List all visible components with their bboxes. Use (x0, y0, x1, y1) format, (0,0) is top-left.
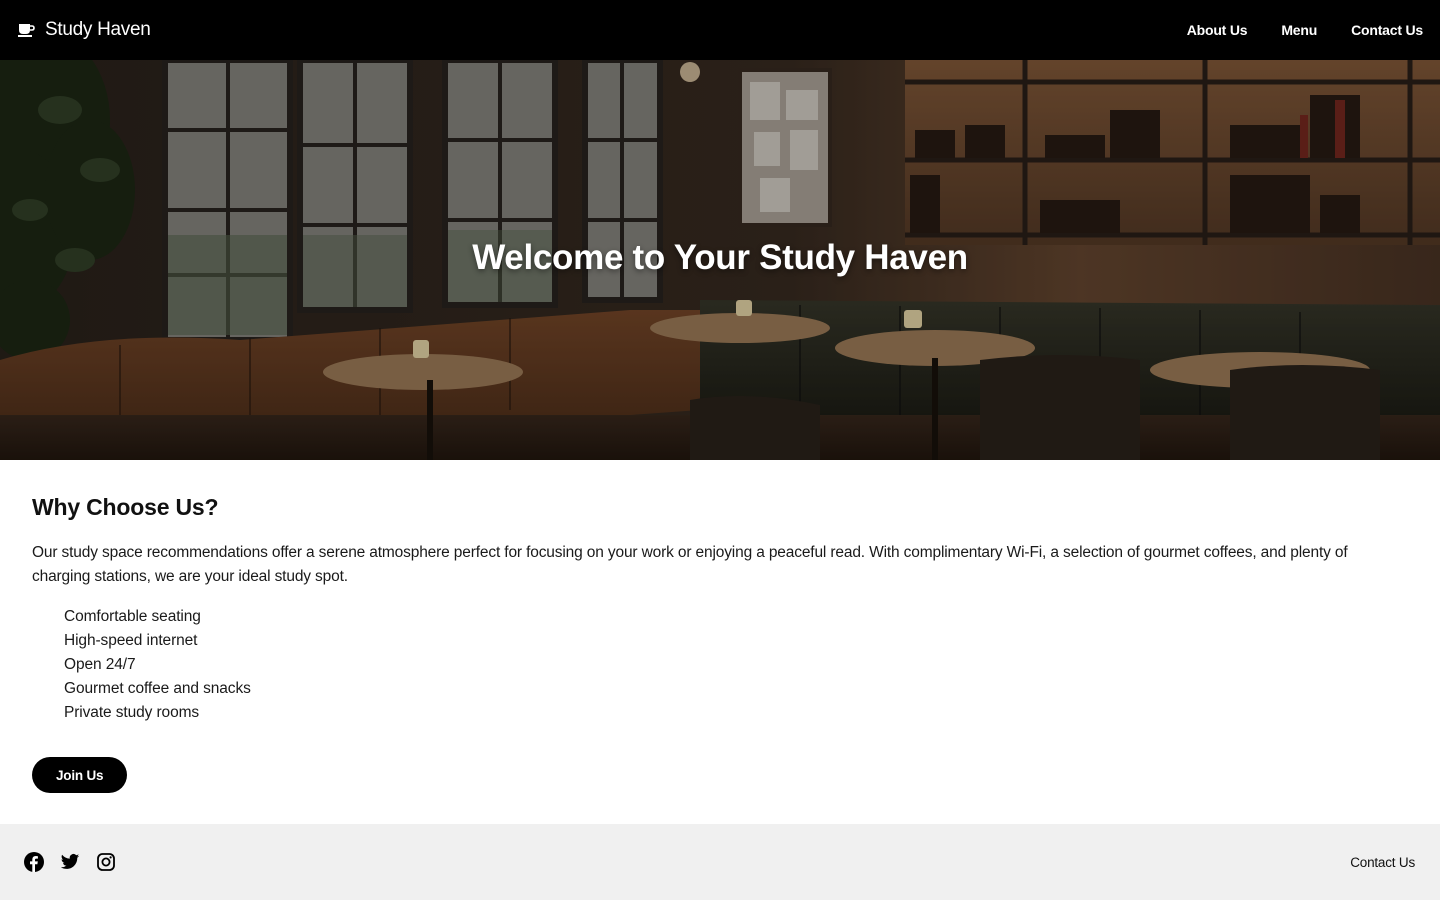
hero-banner: Welcome to Your Study Haven (0, 60, 1440, 460)
join-us-button[interactable]: Join Us (32, 757, 128, 793)
list-item: Open 24/7 (64, 656, 136, 673)
brand-name: Study Haven (45, 19, 151, 40)
nav-about-us[interactable]: About Us (1187, 22, 1248, 38)
feature-list: Comfortable seating High-speed internet … (32, 605, 1408, 725)
hero-title: Welcome to Your Study Haven (472, 238, 968, 277)
main-nav: About Us Menu Contact Us (1187, 22, 1423, 38)
twitter-icon[interactable] (60, 852, 80, 872)
coffee-cup-icon (18, 23, 35, 37)
instagram-icon[interactable] (96, 852, 116, 872)
brand[interactable]: Study Haven (18, 19, 151, 41)
list-item: High-speed internet (64, 632, 198, 649)
social-links (24, 852, 116, 872)
facebook-icon[interactable] (24, 852, 44, 872)
footer: Contact Us (0, 824, 1440, 900)
footer-contact-link[interactable]: Contact Us (1350, 855, 1415, 870)
list-item: Private study rooms (64, 704, 200, 721)
nav-contact-us[interactable]: Contact Us (1351, 22, 1423, 38)
nav-menu[interactable]: Menu (1281, 22, 1317, 38)
list-item: Comfortable seating (64, 608, 201, 625)
main-content: Why Choose Us? Our study space recommend… (32, 460, 1408, 793)
intro-paragraph: Our study space recommendations offer a … (32, 544, 1348, 585)
top-navbar: Study Haven About Us Menu Contact Us (0, 0, 1440, 60)
section-title: Why Choose Us? (32, 494, 219, 520)
list-item: Gourmet coffee and snacks (64, 680, 251, 697)
